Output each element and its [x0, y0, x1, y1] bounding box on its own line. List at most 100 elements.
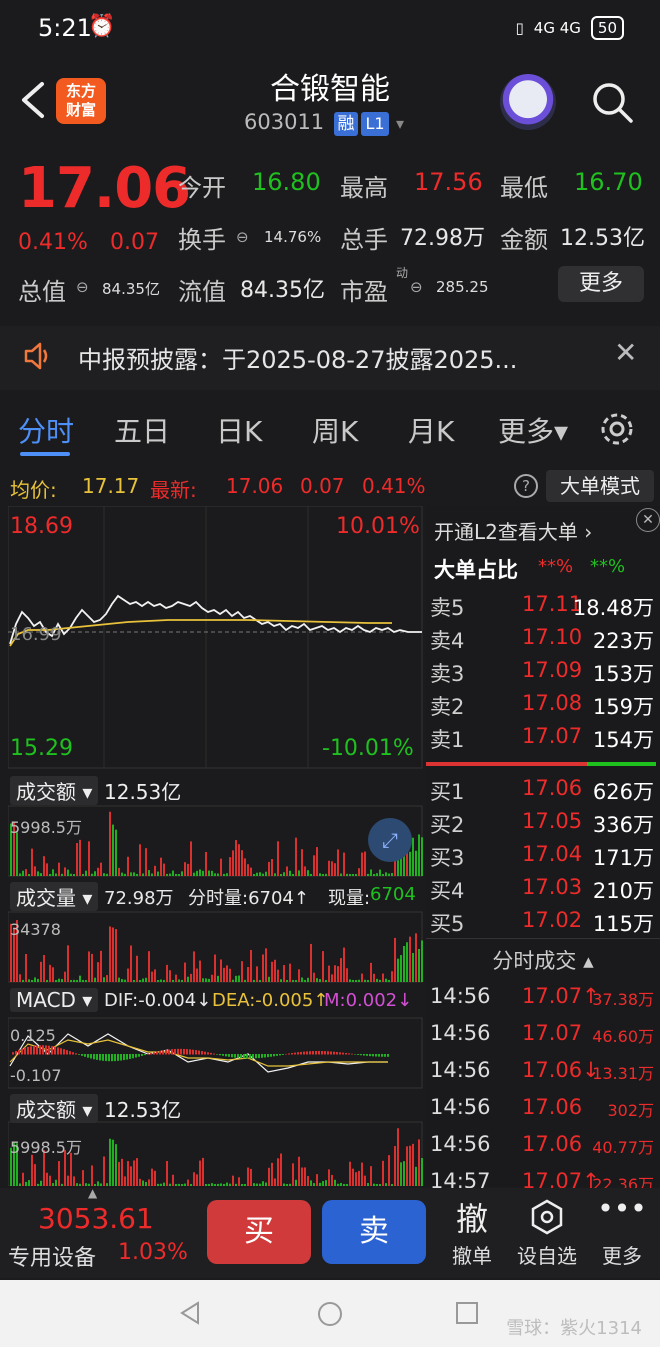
volume-bar [70, 979, 72, 982]
add-watchlist-label[interactable]: 设自选 [512, 1240, 582, 1269]
nav-home-icon[interactable] [316, 1300, 344, 1328]
tab-intraday[interactable]: 分时 [18, 410, 74, 450]
volume-bar [253, 1183, 255, 1186]
macd-bar [219, 1054, 221, 1056]
intraday-chart-area[interactable]: 18.69 10.01% 15.29 -10.01% 16.99 成交额 ▾ 1… [8, 506, 424, 1186]
help-icon[interactable]: ? [514, 474, 538, 498]
macd-bar [195, 1050, 197, 1055]
volume-bar [310, 873, 312, 876]
volume-bar [73, 1176, 75, 1186]
close-icon[interactable]: ✕ [614, 336, 637, 369]
caret-down-icon[interactable]: ▾ [396, 114, 404, 133]
level1-tag[interactable]: L1 [361, 112, 389, 136]
macd-bottom-label: -0.107 [10, 1066, 62, 1085]
bid-row[interactable]: 买3 17.04 171万 [428, 840, 658, 873]
high-value: 17.56 [414, 168, 483, 196]
expand-icon[interactable]: ⤢ [368, 818, 412, 862]
volume-bar [331, 861, 333, 876]
volume-bar [220, 858, 222, 876]
tab-more[interactable]: 更多▾ [498, 410, 568, 450]
info-icon[interactable]: ⊖ [236, 228, 249, 246]
ask-price: 17.07 [522, 724, 583, 748]
bid-row[interactable]: 买4 17.03 210万 [428, 873, 658, 906]
cancel-order-icon[interactable]: 撤 [442, 1194, 502, 1240]
notice-banner[interactable]: 中报预披露：于2025-08-27披露2025... ✕ [0, 326, 660, 390]
volume-bar [202, 1157, 204, 1186]
ask-row[interactable]: 卖5 17.11 18.48万 [428, 590, 658, 623]
search-icon[interactable] [590, 80, 634, 124]
volume-dropdown[interactable]: 成交量 ▾ [10, 882, 99, 911]
volume-bar [145, 977, 147, 982]
macd-bar [336, 1051, 338, 1055]
tick-trades-title: 分时成交 [492, 949, 577, 973]
bid-row[interactable]: 买5 17.02 115万 [428, 906, 658, 939]
volume-bar [232, 1175, 234, 1186]
sector-name[interactable]: 专用设备 [8, 1240, 96, 1272]
volume-bar [376, 1183, 378, 1186]
macd-bar [99, 1054, 101, 1061]
tick-trades-header[interactable]: 分时成交 ▴ [426, 938, 660, 978]
volume-bar [349, 979, 351, 982]
more-dots-icon[interactable]: ••• [592, 1192, 652, 1225]
volume-bar [124, 979, 126, 982]
macd-bar [129, 1054, 131, 1059]
macd-bar [387, 1054, 389, 1057]
volume-bar [241, 961, 243, 982]
close-icon[interactable]: ✕ [636, 508, 660, 532]
volume-bar [271, 859, 273, 876]
ask-row[interactable]: 卖4 17.10 223万 [428, 623, 658, 656]
sell-button[interactable]: 卖 [322, 1200, 426, 1264]
volume-bar [403, 1161, 405, 1186]
volume-bar [418, 1139, 420, 1186]
volume-bar [58, 978, 60, 982]
bid-row[interactable]: 买1 17.06 626万 [428, 774, 658, 807]
info-icon[interactable]: ⊖ [76, 278, 89, 296]
gear-icon[interactable] [598, 410, 636, 448]
nav-back-icon[interactable] [178, 1300, 204, 1326]
amount2-dropdown[interactable]: 成交额 ▾ [10, 1094, 99, 1123]
tick-row: 14:56 17.06 302万 [428, 1091, 658, 1128]
volume-bar [205, 851, 207, 876]
volume-bar [385, 1183, 387, 1186]
pe-dynamic-mark: 动 [396, 266, 409, 280]
buy-button[interactable]: 买 [207, 1200, 311, 1264]
caret-up-icon[interactable]: ▲ [88, 1186, 97, 1200]
volume-bar [241, 850, 243, 876]
volume-bar [133, 872, 135, 876]
volume-bar [376, 873, 378, 876]
bid-row[interactable]: 买2 17.05 336万 [428, 807, 658, 840]
big-order-mode-button[interactable]: 大单模式 [546, 470, 654, 502]
ask-volume: 18.48万 [572, 596, 654, 620]
ask-row[interactable]: 卖1 17.07 154万 [428, 722, 658, 755]
tab-five-day[interactable]: 五日 [114, 410, 170, 450]
info-icon[interactable]: ⊖ [410, 278, 423, 296]
volume-bar [415, 850, 417, 876]
bid-level: 买3 [430, 846, 465, 870]
more-label[interactable]: 更多 [587, 1240, 657, 1269]
tab-monthly-k[interactable]: 月K [408, 410, 454, 450]
cancel-order-label[interactable]: 撤单 [437, 1240, 507, 1269]
add-watchlist-icon[interactable] [528, 1198, 566, 1236]
l2-upgrade-link[interactable]: 开通L2查看大单 › [434, 516, 592, 545]
tick-time: 14:56 [430, 1021, 491, 1045]
robot-assistant-icon[interactable] [500, 74, 556, 130]
ask-row[interactable]: 卖3 17.09 153万 [428, 656, 658, 689]
volume-bar [205, 978, 207, 982]
current-volume-label: 现量: [328, 888, 371, 909]
macd-bar [84, 1054, 86, 1057]
volume-bar [292, 873, 294, 876]
tab-weekly-k[interactable]: 周K [312, 410, 358, 450]
volume-bar [376, 978, 378, 982]
tab-daily-k[interactable]: 日K [216, 410, 262, 450]
vibrate-icon: ▯ [515, 19, 524, 37]
macd-bar [255, 1054, 257, 1059]
volume-bar [187, 863, 189, 876]
nav-recents-icon[interactable] [454, 1300, 480, 1326]
volume-bar [361, 852, 363, 876]
more-quote-button[interactable]: 更多 [558, 266, 644, 302]
sector-index-value[interactable]: 3053.61 [38, 1202, 154, 1235]
amount-dropdown[interactable]: 成交额 ▾ [10, 776, 99, 805]
ask-row[interactable]: 卖2 17.08 159万 [428, 689, 658, 722]
macd-dropdown[interactable]: MACD ▾ [10, 988, 99, 1012]
tick-time: 14:56 [430, 1058, 491, 1082]
